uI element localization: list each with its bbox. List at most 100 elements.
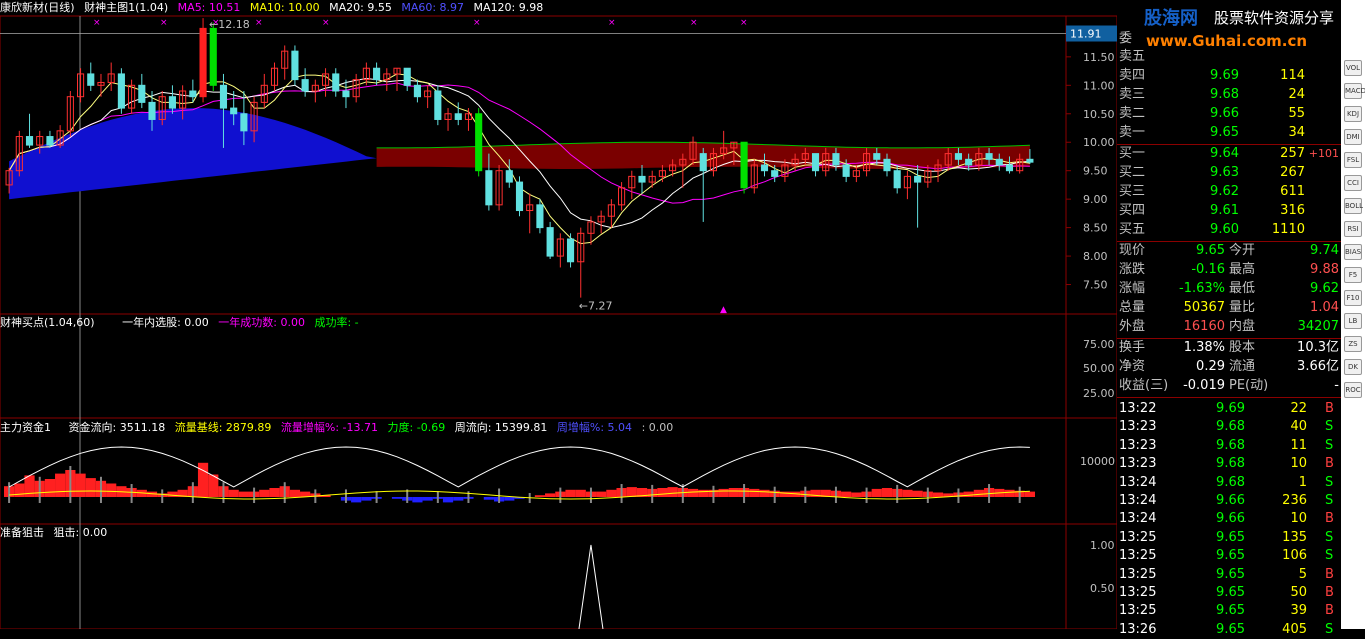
- fund-value: -0.019: [1183, 378, 1225, 393]
- tick-time: 13:22: [1119, 401, 1157, 416]
- toolbar-dk-button[interactable]: DK: [1344, 359, 1362, 375]
- tick-price: 9.65: [1216, 566, 1245, 582]
- buy-label: 买一: [1119, 146, 1146, 161]
- fundamental-row: 换手 1.38% 股本 10.3亿: [1117, 339, 1341, 357]
- price-axis-label: 8.50: [1083, 222, 1108, 235]
- fundamental-row: 收益(三) -0.019 PE(动) -: [1117, 377, 1341, 395]
- chart-area[interactable]: 11.91 11.50 11.00 10.50 10.00 9.50 9.00 8.50 8.0…: [0, 0, 1117, 629]
- buy-row: 买三 9.62 611: [1117, 183, 1341, 201]
- ma60-label: MA60: 8.97: [401, 1, 465, 14]
- toolbar-roc-button[interactable]: ROC: [1344, 382, 1362, 398]
- toolbar-f10-button[interactable]: F10: [1344, 290, 1362, 306]
- sell-row: 卖一 9.65 34: [1117, 124, 1341, 142]
- money-flow-bar: [1004, 489, 1015, 497]
- event-marker: ×: [740, 18, 748, 28]
- quote-row: 总量 50367 量比 1.04: [1117, 299, 1341, 317]
- panel2-item: 成功率: -: [314, 316, 359, 329]
- buy-label: 买五: [1119, 222, 1146, 237]
- candle-body: [515, 181, 524, 212]
- sell-row: 卖二 9.66 55: [1117, 105, 1341, 123]
- fund-label: 净资: [1119, 359, 1146, 374]
- money-flow-bar: [422, 497, 433, 501]
- toolbar-lb-button[interactable]: LB: [1344, 313, 1362, 329]
- panel4-title: 准备狙击: [0, 526, 44, 539]
- panel3-item: 资金流向: 3511.18: [68, 421, 166, 434]
- money-flow-bar: [1024, 491, 1035, 497]
- quote-label: 总量: [1119, 300, 1146, 315]
- candle-body: [403, 67, 411, 86]
- tick-time: 13:25: [1119, 529, 1157, 545]
- sell-label: 卖五: [1119, 49, 1146, 64]
- buy-row: 买四 9.61 316: [1117, 202, 1341, 220]
- money-flow-bar: [106, 483, 117, 497]
- tick-volume: 1: [1298, 474, 1307, 490]
- price-axis-label: 7.50: [1083, 279, 1108, 292]
- toolbar-vol-button[interactable]: VOL: [1344, 60, 1362, 76]
- tick-price: 9.68: [1216, 456, 1245, 472]
- panel3-item: 流量增幅%: -13.71: [280, 421, 379, 434]
- money-flow-bar: [973, 489, 984, 497]
- price-axis-label: 9.50: [1083, 165, 1108, 178]
- toolbar-dmi-button[interactable]: DMI: [1344, 129, 1362, 145]
- money-flow-bar: [902, 489, 913, 497]
- tick-side: S: [1325, 437, 1334, 453]
- toolbar-rsi-button[interactable]: RSI: [1344, 221, 1362, 237]
- orderbook-title: 委: [1119, 31, 1133, 46]
- quote-row: 现价 9.65 今开 9.74: [1117, 242, 1341, 260]
- quote-label: 涨幅: [1119, 281, 1146, 296]
- tick-side: S: [1325, 474, 1334, 490]
- toolbar-fsl-button[interactable]: FSL: [1344, 152, 1362, 168]
- sell-price: 9.66: [1210, 106, 1239, 121]
- candle-body: [811, 153, 820, 172]
- money-flow-bar: [351, 497, 362, 503]
- candle-body: [138, 84, 146, 103]
- toolbar-kdj-button[interactable]: KDJ: [1344, 106, 1362, 122]
- money-flow-bar: [596, 491, 607, 497]
- panel3-axis-label: 10000: [1080, 455, 1115, 468]
- toolbar-macd-button[interactable]: MACD: [1344, 83, 1365, 99]
- tick-price: 9.66: [1216, 493, 1245, 508]
- candle-body: [954, 153, 963, 160]
- quote-row: 外盘 16160 内盘 34207: [1117, 318, 1341, 336]
- candle-body: [148, 101, 156, 120]
- toolbar-boll-button[interactable]: BOLL: [1344, 198, 1363, 214]
- fund-value: 10.3亿: [1297, 340, 1339, 355]
- money-flow-bar: [504, 497, 515, 501]
- sell-row: 卖五: [1117, 48, 1341, 66]
- tick-side: S: [1325, 529, 1334, 545]
- tick-price: 9.66: [1216, 511, 1245, 527]
- tick-side: B: [1325, 456, 1334, 472]
- tick-volume: 236: [1282, 493, 1307, 508]
- candle-body: [771, 170, 779, 177]
- candle-body: [638, 175, 646, 183]
- price-axis-label: 9.00: [1083, 193, 1108, 206]
- tick-volume: 11: [1290, 437, 1307, 453]
- quote-label: 最高: [1229, 262, 1256, 277]
- candle-body: [965, 158, 973, 166]
- tick-row: 13:25 9.65 39 B: [1117, 602, 1341, 620]
- buy-change: +101: [1308, 147, 1339, 160]
- quote-label: 今开: [1229, 243, 1256, 258]
- toolbar-f5-button[interactable]: F5: [1344, 267, 1362, 283]
- money-flow-bar: [259, 489, 270, 497]
- candle-body: [373, 67, 381, 81]
- top-markers: × × × × × × × × ×: [93, 18, 748, 28]
- sell-row: 卖四 9.69 114: [1117, 67, 1341, 85]
- money-flow-bar: [361, 497, 372, 501]
- money-flow-bar: [932, 492, 944, 497]
- candle-body: [883, 158, 891, 172]
- toolbar-zs-button[interactable]: ZS: [1344, 336, 1362, 352]
- quote-label: 内盘: [1229, 319, 1256, 334]
- blue-cloud: [9, 108, 377, 200]
- brand-logo-text: 股海网: [1143, 7, 1198, 29]
- toolbar-cci-button[interactable]: CCI: [1344, 175, 1362, 191]
- toolbar-bias-button[interactable]: BIAS: [1344, 244, 1362, 260]
- candle-body: [230, 107, 238, 115]
- candle-body: [189, 90, 197, 98]
- money-flow-bar: [442, 497, 454, 503]
- candle-body: [46, 136, 54, 146]
- main-header: 康欣新材(日线) 财神主图1(1.04) MA5: 10.51 MA10: 10…: [0, 0, 549, 16]
- tick-time: 13:24: [1119, 474, 1157, 490]
- money-flow-bar: [718, 488, 729, 497]
- money-flow-bar: [841, 491, 852, 497]
